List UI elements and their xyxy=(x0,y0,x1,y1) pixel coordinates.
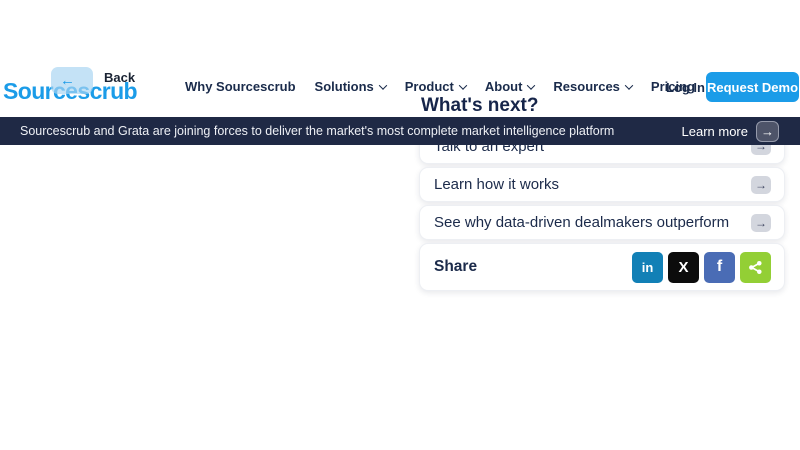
nav-item-solutions[interactable]: Solutions xyxy=(315,79,386,94)
banner-cta-group: Learn more → xyxy=(682,121,779,142)
linkedin-icon: in xyxy=(642,260,654,275)
nav-item-about[interactable]: About xyxy=(485,79,535,94)
x-twitter-share-button[interactable]: X xyxy=(668,252,699,283)
link-data-driven-dealmakers[interactable]: See why data-driven dealmakers outperfor… xyxy=(419,205,785,240)
whats-next-card: Talk to an expert → Learn how it works →… xyxy=(419,128,785,291)
chevron-down-icon xyxy=(459,81,467,89)
chevron-down-icon xyxy=(527,81,535,89)
chevron-down-icon xyxy=(625,81,633,89)
whats-next-heading: What's next? xyxy=(421,95,538,117)
facebook-share-button[interactable]: f xyxy=(704,252,735,283)
back-button[interactable]: ← xyxy=(51,67,93,94)
arrow-left-icon: ← xyxy=(60,72,75,89)
nav-item-product[interactable]: Product xyxy=(405,79,466,94)
request-demo-button[interactable]: Request Demo xyxy=(706,72,799,102)
x-twitter-icon: X xyxy=(678,259,688,276)
link-label: Learn how it works xyxy=(434,176,559,193)
main-nav: Why Sourcescrub Solutions Product About … xyxy=(185,79,695,94)
nav-label: Why Sourcescrub xyxy=(185,79,296,94)
nav-label: Resources xyxy=(553,79,619,94)
arrow-right-icon[interactable]: → xyxy=(751,176,771,194)
sharethis-icon xyxy=(747,259,764,276)
share-buttons: in X f xyxy=(632,252,771,283)
banner-message: Sourcescrub and Grata are joining forces… xyxy=(20,124,614,138)
nav-label: Solutions xyxy=(315,79,374,94)
nav-label: Product xyxy=(405,79,454,94)
nav-item-resources[interactable]: Resources xyxy=(553,79,631,94)
chevron-down-icon xyxy=(379,81,387,89)
page: Sourcescrub ← Back Why Sourcescrub Solut… xyxy=(0,0,800,450)
arrow-right-icon[interactable]: → xyxy=(751,214,771,232)
nav-item-why-sourcescrub[interactable]: Why Sourcescrub xyxy=(185,79,296,94)
share-label: Share xyxy=(434,258,477,276)
linkedin-share-button[interactable]: in xyxy=(632,252,663,283)
arrow-right-icon[interactable]: → xyxy=(756,121,779,142)
back-label: Back xyxy=(104,70,135,85)
link-learn-how-it-works[interactable]: Learn how it works → xyxy=(419,167,785,202)
facebook-icon: f xyxy=(717,258,722,276)
sharethis-share-button[interactable] xyxy=(740,252,771,283)
link-label: See why data-driven dealmakers outperfor… xyxy=(434,214,729,231)
announcement-banner: Sourcescrub and Grata are joining forces… xyxy=(0,117,800,145)
nav-label: About xyxy=(485,79,523,94)
learn-more-link[interactable]: Learn more xyxy=(682,124,748,139)
share-row: Share in X f xyxy=(419,243,785,291)
login-link[interactable]: Log In xyxy=(666,80,705,95)
